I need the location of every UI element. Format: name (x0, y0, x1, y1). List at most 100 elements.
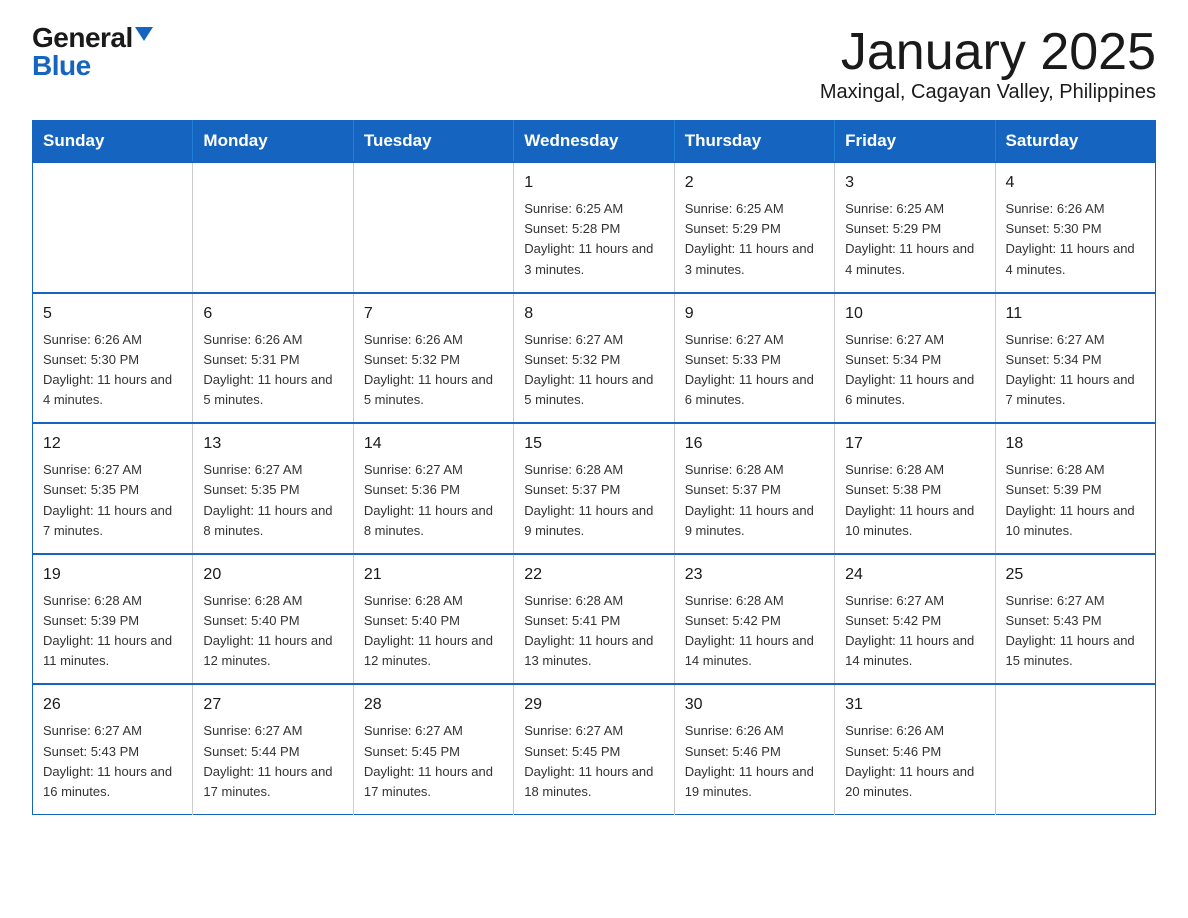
calendar-day-cell: 15 Sunrise: 6:28 AMSunset: 5:37 PMDayligh… (514, 423, 674, 554)
day-info: Sunrise: 6:25 AMSunset: 5:29 PMDaylight:… (845, 199, 984, 280)
empty-cell (353, 162, 513, 293)
calendar-day-cell: 26 Sunrise: 6:27 AMSunset: 5:43 PMDayligh… (33, 684, 193, 814)
day-info: Sunrise: 6:27 AMSunset: 5:36 PMDaylight:… (364, 460, 503, 541)
weekday-header-monday: Monday (193, 121, 353, 163)
day-info: Sunrise: 6:28 AMSunset: 5:39 PMDaylight:… (43, 591, 182, 672)
calendar-day-cell: 29 Sunrise: 6:27 AMSunset: 5:45 PMDayligh… (514, 684, 674, 814)
day-number: 31 (845, 693, 984, 717)
calendar-day-cell: 8 Sunrise: 6:27 AMSunset: 5:32 PMDaylight… (514, 293, 674, 424)
empty-cell (995, 684, 1155, 814)
day-number: 20 (203, 563, 342, 587)
day-info: Sunrise: 6:27 AMSunset: 5:42 PMDaylight:… (845, 591, 984, 672)
weekday-header-tuesday: Tuesday (353, 121, 513, 163)
day-number: 14 (364, 432, 503, 456)
empty-cell (33, 162, 193, 293)
day-info: Sunrise: 6:27 AMSunset: 5:45 PMDaylight:… (524, 721, 663, 802)
empty-cell (193, 162, 353, 293)
location-title: Maxingal, Cagayan Valley, Philippines (820, 81, 1156, 104)
day-number: 2 (685, 171, 824, 195)
day-info: Sunrise: 6:27 AMSunset: 5:35 PMDaylight:… (203, 460, 342, 541)
day-number: 23 (685, 563, 824, 587)
calendar-day-cell: 7 Sunrise: 6:26 AMSunset: 5:32 PMDaylight… (353, 293, 513, 424)
day-number: 8 (524, 302, 663, 326)
weekday-header-wednesday: Wednesday (514, 121, 674, 163)
day-number: 15 (524, 432, 663, 456)
calendar-day-cell: 17 Sunrise: 6:28 AMSunset: 5:38 PMDayligh… (835, 423, 995, 554)
day-number: 29 (524, 693, 663, 717)
day-info: Sunrise: 6:26 AMSunset: 5:32 PMDaylight:… (364, 330, 503, 411)
day-info: Sunrise: 6:26 AMSunset: 5:46 PMDaylight:… (845, 721, 984, 802)
day-number: 21 (364, 563, 503, 587)
calendar-day-cell: 20 Sunrise: 6:28 AMSunset: 5:40 PMDayligh… (193, 554, 353, 685)
calendar-day-cell: 28Sunrise: 6:27 AMSunset: 5:45 PMDayligh… (353, 684, 513, 814)
calendar-day-cell: 23 Sunrise: 6:28 AMSunset: 5:42 PMDayligh… (674, 554, 834, 685)
calendar-day-cell: 10Sunrise: 6:27 AMSunset: 5:34 PMDayligh… (835, 293, 995, 424)
weekday-header-friday: Friday (835, 121, 995, 163)
day-info: Sunrise: 6:28 AMSunset: 5:38 PMDaylight:… (845, 460, 984, 541)
day-info: Sunrise: 6:28 AMSunset: 5:37 PMDaylight:… (524, 460, 663, 541)
calendar-day-cell: 3 Sunrise: 6:25 AMSunset: 5:29 PMDaylight… (835, 162, 995, 293)
calendar-week-row: 5 Sunrise: 6:26 AMSunset: 5:30 PMDaylight… (33, 293, 1156, 424)
day-number: 27 (203, 693, 342, 717)
month-title: January 2025 (820, 24, 1156, 81)
calendar-day-cell: 25 Sunrise: 6:27 AMSunset: 5:43 PMDayligh… (995, 554, 1155, 685)
day-number: 5 (43, 302, 182, 326)
day-info: Sunrise: 6:26 AMSunset: 5:31 PMDaylight:… (203, 330, 342, 411)
calendar-day-cell: 6 Sunrise: 6:26 AMSunset: 5:31 PMDaylight… (193, 293, 353, 424)
calendar-day-cell: 1Sunrise: 6:25 AMSunset: 5:28 PMDaylight… (514, 162, 674, 293)
day-number: 12 (43, 432, 182, 456)
day-number: 19 (43, 563, 182, 587)
logo-triangle-icon (135, 27, 153, 41)
calendar-table: SundayMondayTuesdayWednesdayThursdayFrid… (32, 120, 1156, 815)
calendar-day-cell: 19 Sunrise: 6:28 AMSunset: 5:39 PMDayligh… (33, 554, 193, 685)
logo: General Blue (32, 24, 153, 80)
day-number: 16 (685, 432, 824, 456)
title-block: January 2025 Maxingal, Cagayan Valley, P… (820, 24, 1156, 104)
calendar-week-row: 1Sunrise: 6:25 AMSunset: 5:28 PMDaylight… (33, 162, 1156, 293)
calendar-day-cell: 12 Sunrise: 6:27 AMSunset: 5:35 PMDayligh… (33, 423, 193, 554)
calendar-day-cell: 11Sunrise: 6:27 AMSunset: 5:34 PMDayligh… (995, 293, 1155, 424)
day-info: Sunrise: 6:28 AMSunset: 5:39 PMDaylight:… (1006, 460, 1145, 541)
day-number: 28 (364, 693, 503, 717)
calendar-day-cell: 18Sunrise: 6:28 AMSunset: 5:39 PMDayligh… (995, 423, 1155, 554)
logo-blue-text: Blue (32, 52, 91, 80)
day-number: 3 (845, 171, 984, 195)
day-info: Sunrise: 6:27 AMSunset: 5:43 PMDaylight:… (43, 721, 182, 802)
day-number: 1 (524, 171, 663, 195)
day-info: Sunrise: 6:26 AMSunset: 5:46 PMDaylight:… (685, 721, 824, 802)
day-number: 17 (845, 432, 984, 456)
calendar-day-cell: 13 Sunrise: 6:27 AMSunset: 5:35 PMDayligh… (193, 423, 353, 554)
day-info: Sunrise: 6:28 AMSunset: 5:37 PMDaylight:… (685, 460, 824, 541)
calendar-week-row: 12 Sunrise: 6:27 AMSunset: 5:35 PMDayligh… (33, 423, 1156, 554)
day-number: 24 (845, 563, 984, 587)
day-info: Sunrise: 6:28 AMSunset: 5:41 PMDaylight:… (524, 591, 663, 672)
day-number: 4 (1006, 171, 1145, 195)
calendar-day-cell: 16 Sunrise: 6:28 AMSunset: 5:37 PMDayligh… (674, 423, 834, 554)
day-number: 7 (364, 302, 503, 326)
weekday-header-thursday: Thursday (674, 121, 834, 163)
day-number: 26 (43, 693, 182, 717)
calendar-day-cell: 5 Sunrise: 6:26 AMSunset: 5:30 PMDaylight… (33, 293, 193, 424)
weekday-header-sunday: Sunday (33, 121, 193, 163)
day-info: Sunrise: 6:27 AMSunset: 5:34 PMDaylight:… (1006, 330, 1145, 411)
calendar-day-cell: 2Sunrise: 6:25 AMSunset: 5:29 PMDaylight… (674, 162, 834, 293)
page-header: General Blue January 2025 Maxingal, Caga… (32, 24, 1156, 104)
day-number: 25 (1006, 563, 1145, 587)
calendar-day-cell: 21Sunrise: 6:28 AMSunset: 5:40 PMDayligh… (353, 554, 513, 685)
day-info: Sunrise: 6:28 AMSunset: 5:40 PMDaylight:… (203, 591, 342, 672)
day-info: Sunrise: 6:27 AMSunset: 5:32 PMDaylight:… (524, 330, 663, 411)
day-info: Sunrise: 6:26 AMSunset: 5:30 PMDaylight:… (43, 330, 182, 411)
calendar-week-row: 26 Sunrise: 6:27 AMSunset: 5:43 PMDayligh… (33, 684, 1156, 814)
day-number: 6 (203, 302, 342, 326)
calendar-day-cell: 31 Sunrise: 6:26 AMSunset: 5:46 PMDayligh… (835, 684, 995, 814)
day-info: Sunrise: 6:27 AMSunset: 5:43 PMDaylight:… (1006, 591, 1145, 672)
calendar-day-cell: 14 Sunrise: 6:27 AMSunset: 5:36 PMDayligh… (353, 423, 513, 554)
calendar-day-cell: 4Sunrise: 6:26 AMSunset: 5:30 PMDaylight… (995, 162, 1155, 293)
day-info: Sunrise: 6:28 AMSunset: 5:42 PMDaylight:… (685, 591, 824, 672)
day-info: Sunrise: 6:27 AMSunset: 5:34 PMDaylight:… (845, 330, 984, 411)
weekday-header-saturday: Saturday (995, 121, 1155, 163)
calendar-day-cell: 27Sunrise: 6:27 AMSunset: 5:44 PMDayligh… (193, 684, 353, 814)
day-number: 13 (203, 432, 342, 456)
calendar-day-cell: 30Sunrise: 6:26 AMSunset: 5:46 PMDayligh… (674, 684, 834, 814)
day-info: Sunrise: 6:27 AMSunset: 5:35 PMDaylight:… (43, 460, 182, 541)
